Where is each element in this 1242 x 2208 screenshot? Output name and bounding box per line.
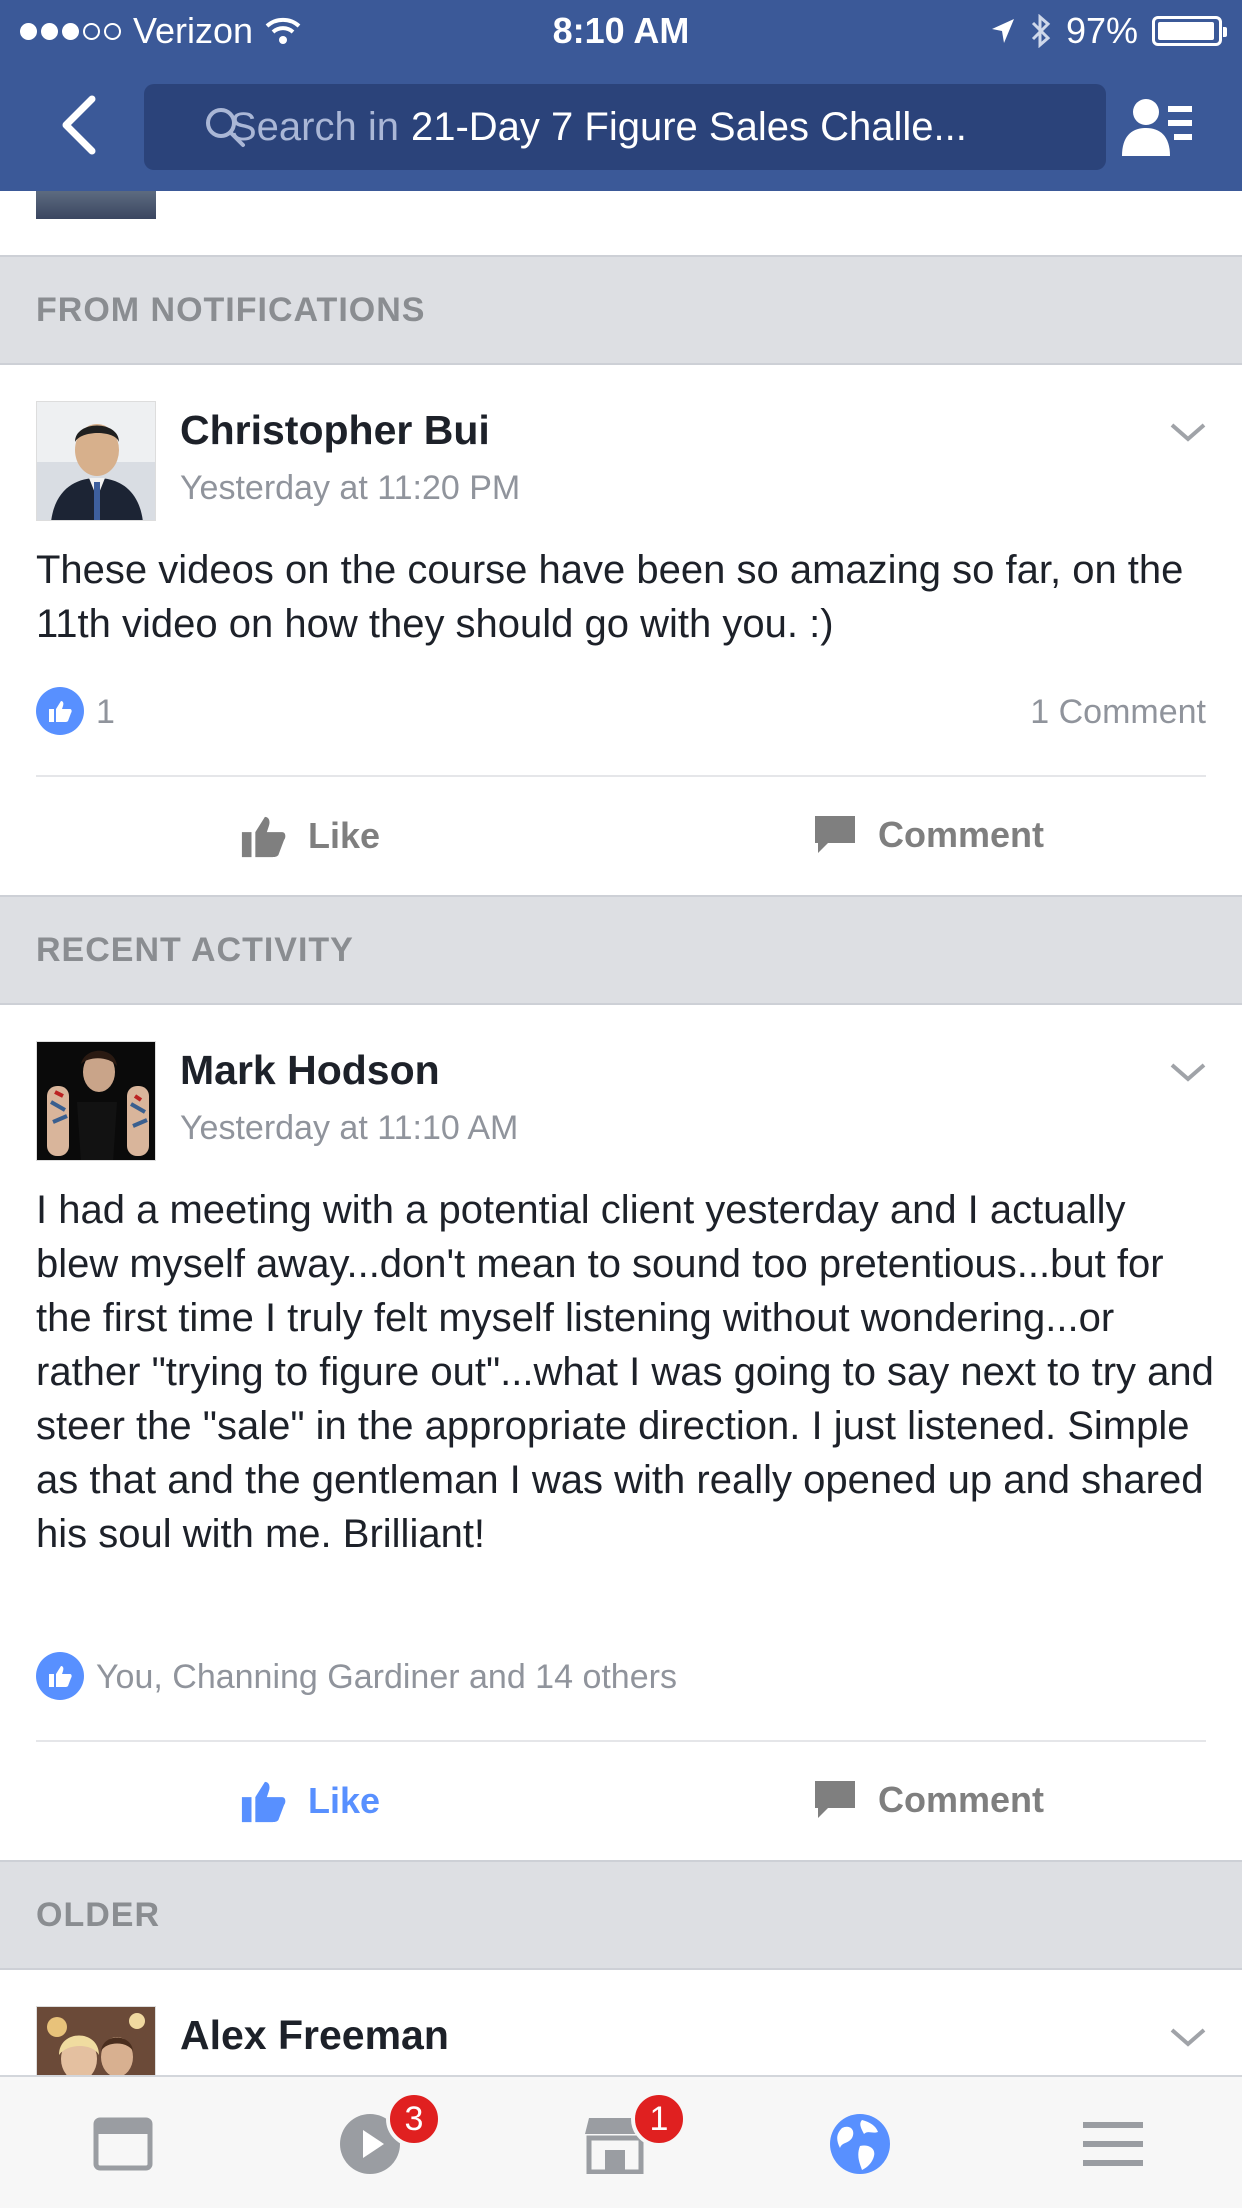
chevron-left-icon xyxy=(62,95,96,155)
post-author[interactable]: Alex Freeman xyxy=(180,2012,449,2059)
post-christopher-bui: Christopher Bui Yesterday at 11:20 PM Th… xyxy=(0,365,1242,895)
tab-news-feed[interactable] xyxy=(63,2077,183,2208)
tab-notifications[interactable] xyxy=(800,2077,920,2208)
divider xyxy=(36,1740,1206,1742)
comment-button[interactable]: Comment xyxy=(812,813,1044,857)
like-label: Like xyxy=(308,1780,381,1821)
tab-menu[interactable] xyxy=(1053,2077,1173,2208)
group-members-button[interactable] xyxy=(1118,94,1198,164)
notifications-globe-icon xyxy=(830,2113,890,2174)
post-timestamp[interactable]: Yesterday at 11:20 PM xyxy=(180,469,520,508)
bluetooth-icon xyxy=(1031,14,1051,48)
battery-percent: 97% xyxy=(1065,10,1138,51)
group-name: 21-Day 7 Figure Sales Challe... xyxy=(410,104,967,149)
marketplace-badge: 1 xyxy=(631,2091,687,2147)
search-placeholder: Search in xyxy=(230,104,399,149)
divider xyxy=(36,775,1206,777)
post-author[interactable]: Christopher Bui xyxy=(180,407,490,454)
section-header-notifications: FROM NOTIFICATIONS xyxy=(0,255,1242,365)
section-header-recent-activity: RECENT ACTIVITY xyxy=(0,895,1242,1005)
top-navigation-bar: Verizon 8:10 AM 97% Search in 21-Day 7 F… xyxy=(0,0,1242,191)
reaction-count[interactable]: 1 xyxy=(96,693,115,732)
post-mark-hodson: Mark Hodson Yesterday at 11:10 AM I had … xyxy=(0,1005,1242,1860)
back-button[interactable] xyxy=(48,90,108,160)
avatar[interactable] xyxy=(36,401,156,521)
comment-count[interactable]: 1 Comment xyxy=(1030,693,1206,732)
video-badge: 3 xyxy=(386,2091,442,2147)
avatar[interactable] xyxy=(36,1041,156,1161)
section-header-older: OLDER xyxy=(0,1860,1242,1970)
avatar[interactable] xyxy=(36,2006,156,2075)
post-timestamp[interactable]: Yesterday at 11:10 AM xyxy=(180,1109,518,1148)
post-body: I had a meeting with a potential client … xyxy=(36,1188,1214,1556)
like-label: Like xyxy=(308,815,381,856)
news-feed-icon xyxy=(93,2117,153,2170)
like-button[interactable]: Like xyxy=(238,1778,380,1824)
reaction-summary[interactable]: You, Channing Gardiner and 14 others xyxy=(96,1658,677,1697)
like-reaction-icon xyxy=(36,687,84,735)
like-reaction-icon xyxy=(36,1652,84,1700)
comment-button[interactable]: Comment xyxy=(812,1778,1044,1822)
group-search-field[interactable]: Search in 21-Day 7 Figure Sales Challe..… xyxy=(144,84,1106,170)
thumbs-up-icon xyxy=(241,816,286,858)
comment-bubble-icon xyxy=(815,816,855,853)
comment-bubble-icon xyxy=(815,1781,855,1818)
previous-post-thumbnail[interactable] xyxy=(36,191,156,219)
menu-icon xyxy=(1083,2121,1143,2166)
tab-marketplace[interactable]: 1 xyxy=(555,2077,687,2208)
post-body: These videos on the course have been so … xyxy=(36,548,1184,646)
chevron-down-icon[interactable] xyxy=(1168,2022,1208,2052)
bottom-tab-bar: 3 1 xyxy=(0,2075,1242,2208)
member-list-icon xyxy=(1122,99,1192,156)
like-button[interactable]: Like xyxy=(238,813,380,859)
battery-icon xyxy=(1152,16,1227,46)
search-icon xyxy=(206,108,245,147)
tab-video[interactable]: 3 xyxy=(310,2077,442,2208)
chevron-down-icon[interactable] xyxy=(1168,417,1208,447)
thumbs-up-icon xyxy=(241,1781,286,1823)
post-alex-freeman: Alex Freeman xyxy=(0,1970,1242,2075)
post-author[interactable]: Mark Hodson xyxy=(180,1047,440,1094)
comment-label: Comment xyxy=(878,1779,1045,1820)
status-bar: Verizon 8:10 AM 97% xyxy=(0,0,1242,62)
location-arrow-icon xyxy=(991,19,1014,43)
chevron-down-icon[interactable] xyxy=(1168,1057,1208,1087)
comment-label: Comment xyxy=(878,814,1045,855)
